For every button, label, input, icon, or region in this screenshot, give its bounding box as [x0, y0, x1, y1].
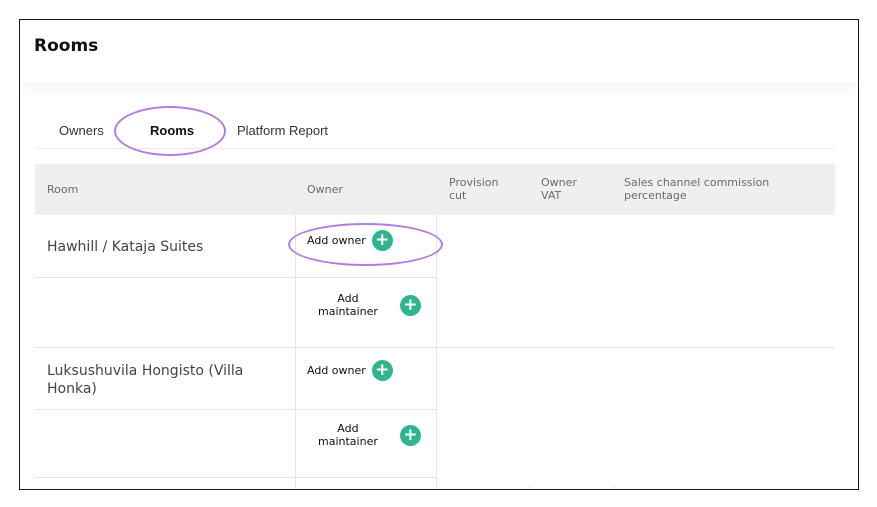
- room-name: Hawhill / Kataja Suites: [47, 239, 204, 255]
- room-name: Luksushuvila Hongisto (Villa Honka): [47, 363, 244, 397]
- column-header-provision-cut: Provision cut: [449, 176, 499, 202]
- highlight-ring-add-owner: [288, 223, 443, 266]
- page-title: Rooms: [34, 36, 99, 56]
- grid-line: [35, 347, 835, 348]
- rooms-table: Room Owner Provision cut Owner VAT Sales…: [35, 164, 835, 489]
- plus-circle-icon: +: [371, 360, 393, 381]
- column-header-owner: Owner: [307, 183, 343, 196]
- grid-line: [35, 409, 436, 410]
- grid-line: [35, 277, 436, 278]
- grid-line: [295, 215, 296, 489]
- add-maintainer-label: Add maintainer: [318, 292, 378, 318]
- column-header-commission-percentage: Sales channel commission percentage: [624, 176, 770, 202]
- tab-owners[interactable]: Owners: [59, 123, 104, 138]
- grid-line: [530, 486, 531, 489]
- page-header: Rooms: [20, 20, 858, 82]
- table-header: Room Owner Provision cut Owner VAT Sales…: [35, 164, 835, 215]
- add-owner-button[interactable]: Add owner +: [307, 360, 393, 381]
- plus-circle-icon: +: [399, 424, 421, 446]
- plus-circle-icon: +: [399, 294, 421, 316]
- column-header-owner-vat: Owner VAT: [541, 176, 577, 202]
- add-maintainer-button[interactable]: Add maintainer +: [318, 422, 421, 448]
- grid-line: [35, 477, 436, 478]
- highlight-ring-rooms-tab: [114, 106, 226, 156]
- column-header-room: Room: [47, 183, 79, 196]
- add-maintainer-button[interactable]: Add maintainer +: [318, 292, 421, 318]
- rooms-window: Rooms Owners Rooms Platform Report Room …: [19, 19, 859, 490]
- add-maintainer-label: Add maintainer: [318, 422, 378, 448]
- tab-platform-report[interactable]: Platform Report: [237, 123, 328, 138]
- add-owner-label: Add owner: [307, 364, 366, 377]
- grid-line: [436, 215, 437, 489]
- grid-line: [613, 486, 614, 489]
